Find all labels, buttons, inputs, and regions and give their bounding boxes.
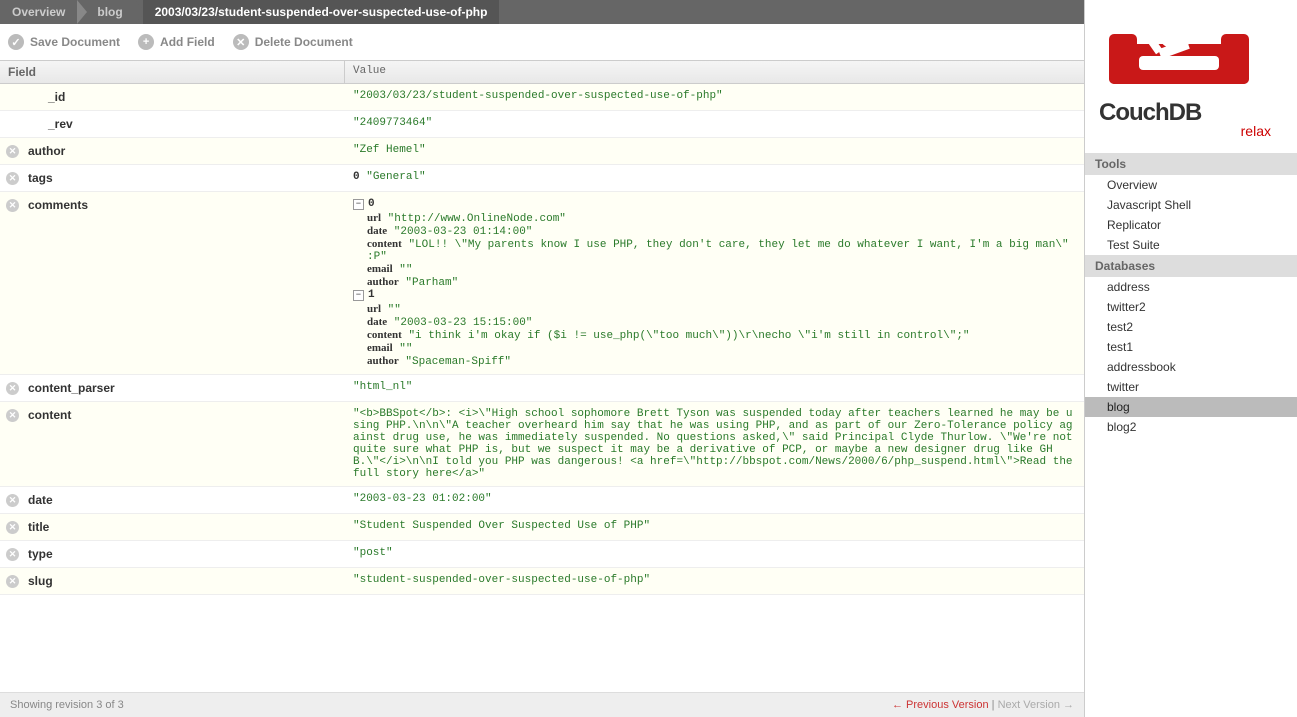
field-name[interactable]: slug [28,574,53,588]
breadcrumb-db[interactable]: blog [85,0,134,24]
field-name[interactable]: content_parser [28,381,115,395]
revision-text: Showing revision 3 of 3 [10,699,124,711]
remove-field-icon[interactable]: ✕ [6,494,19,507]
remove-field-icon[interactable]: ✕ [6,382,19,395]
next-version-link: Next Version → [998,699,1074,711]
tools-list: OverviewJavascript ShellReplicatorTest S… [1085,175,1297,255]
database-item[interactable]: test1 [1085,337,1297,357]
table-row: _id "2003/03/23/student-suspended-over-s… [0,84,1084,111]
delete-document-button[interactable]: ✕ Delete Document [233,34,353,50]
field-value[interactable]: "html_nl" [345,375,1084,401]
database-item[interactable]: twitter [1085,377,1297,397]
header-value: Value [345,61,1084,83]
footer: Showing revision 3 of 3 ← Previous Versi… [0,692,1084,717]
previous-version-link[interactable]: ← Previous Version [892,699,989,711]
field-value[interactable]: "2003/03/23/student-suspended-over-suspe… [345,84,1084,110]
document-table: Field Value _id "2003/03/23/student-susp… [0,61,1084,692]
table-row: ✕ tags 0 "General" [0,165,1084,192]
remove-field-icon[interactable]: ✕ [6,548,19,561]
remove-field-icon[interactable]: ✕ [6,575,19,588]
table-row: ✕ comments −0url "http://www.OnlineNode.c… [0,192,1084,375]
breadcrumb: Overview blog 2003/03/23/student-suspend… [0,0,1084,24]
field-value[interactable]: "student-suspended-over-suspected-use-of… [345,568,1084,594]
field-name[interactable]: _rev [28,117,73,131]
field-value[interactable]: 0 "General" [345,165,1084,191]
field-name[interactable]: author [28,144,65,158]
field-name[interactable]: title [28,520,49,534]
table-row: ✕ date "2003-03-23 01:02:00" [0,487,1084,514]
remove-field-icon[interactable]: ✕ [6,199,19,212]
table-row: _rev "2409773464" [0,111,1084,138]
field-name[interactable]: _id [28,90,65,104]
remove-field-icon[interactable]: ✕ [6,409,19,422]
databases-list: addresstwitter2test2test1addressbooktwit… [1085,277,1297,437]
couchdb-logo-icon [1099,14,1269,94]
field-name[interactable]: type [28,547,53,561]
add-field-button[interactable]: + Add Field [138,34,215,50]
field-value[interactable]: "Student Suspended Over Suspected Use of… [345,514,1084,540]
field-name[interactable]: content [28,408,71,422]
field-value[interactable]: −0url "http://www.OnlineNode.com"date "2… [345,192,1084,374]
save-document-button[interactable]: ✓ Save Document [8,34,120,50]
remove-field-icon[interactable]: ✕ [6,521,19,534]
field-name[interactable]: tags [28,171,53,185]
main-panel: Overview blog 2003/03/23/student-suspend… [0,0,1085,717]
field-value[interactable]: "post" [345,541,1084,567]
database-item[interactable]: address [1085,277,1297,297]
table-row: ✕ author "Zef Hemel" [0,138,1084,165]
sidebar: CouchDB relax Tools OverviewJavascript S… [1085,0,1297,717]
remove-field-icon[interactable]: ✕ [6,145,19,158]
database-item[interactable]: blog [1085,397,1297,417]
field-value[interactable]: "<b>BBSpot</b>: <i>\"High school sophomo… [345,402,1084,486]
collapse-icon[interactable]: − [353,199,364,210]
table-row: ✕ content "<b>BBSpot</b>: <i>\"High schoo… [0,402,1084,487]
tools-item[interactable]: Javascript Shell [1085,195,1297,215]
table-header: Field Value [0,61,1084,84]
x-icon: ✕ [233,34,249,50]
database-item[interactable]: test2 [1085,317,1297,337]
field-value[interactable]: "2409773464" [345,111,1084,137]
tools-item[interactable]: Replicator [1085,215,1297,235]
logo: CouchDB relax [1085,0,1297,153]
table-row: ✕ type "post" [0,541,1084,568]
tools-item[interactable]: Test Suite [1085,235,1297,255]
breadcrumb-doc: 2003/03/23/student-suspended-over-suspec… [143,0,500,24]
database-item[interactable]: blog2 [1085,417,1297,437]
field-value[interactable]: "2003-03-23 01:02:00" [345,487,1084,513]
save-label: Save Document [30,35,120,49]
tools-heading: Tools [1085,153,1297,175]
collapse-icon[interactable]: − [353,290,364,301]
toolbar: ✓ Save Document + Add Field ✕ Delete Doc… [0,24,1084,61]
field-value[interactable]: "Zef Hemel" [345,138,1084,164]
database-item[interactable]: twitter2 [1085,297,1297,317]
field-name[interactable]: date [28,493,53,507]
check-icon: ✓ [8,34,24,50]
field-name[interactable]: comments [28,198,88,212]
database-item[interactable]: addressbook [1085,357,1297,377]
remove-field-icon[interactable]: ✕ [6,172,19,185]
add-label: Add Field [160,35,215,49]
table-row: ✕ slug "student-suspended-over-suspected-… [0,568,1084,595]
breadcrumb-overview[interactable]: Overview [0,0,77,24]
delete-label: Delete Document [255,35,353,49]
plus-icon: + [138,34,154,50]
tools-item[interactable]: Overview [1085,175,1297,195]
header-field: Field [0,61,345,83]
table-row: ✕ title "Student Suspended Over Suspected… [0,514,1084,541]
databases-heading: Databases [1085,255,1297,277]
table-row: ✕ content_parser "html_nl" [0,375,1084,402]
